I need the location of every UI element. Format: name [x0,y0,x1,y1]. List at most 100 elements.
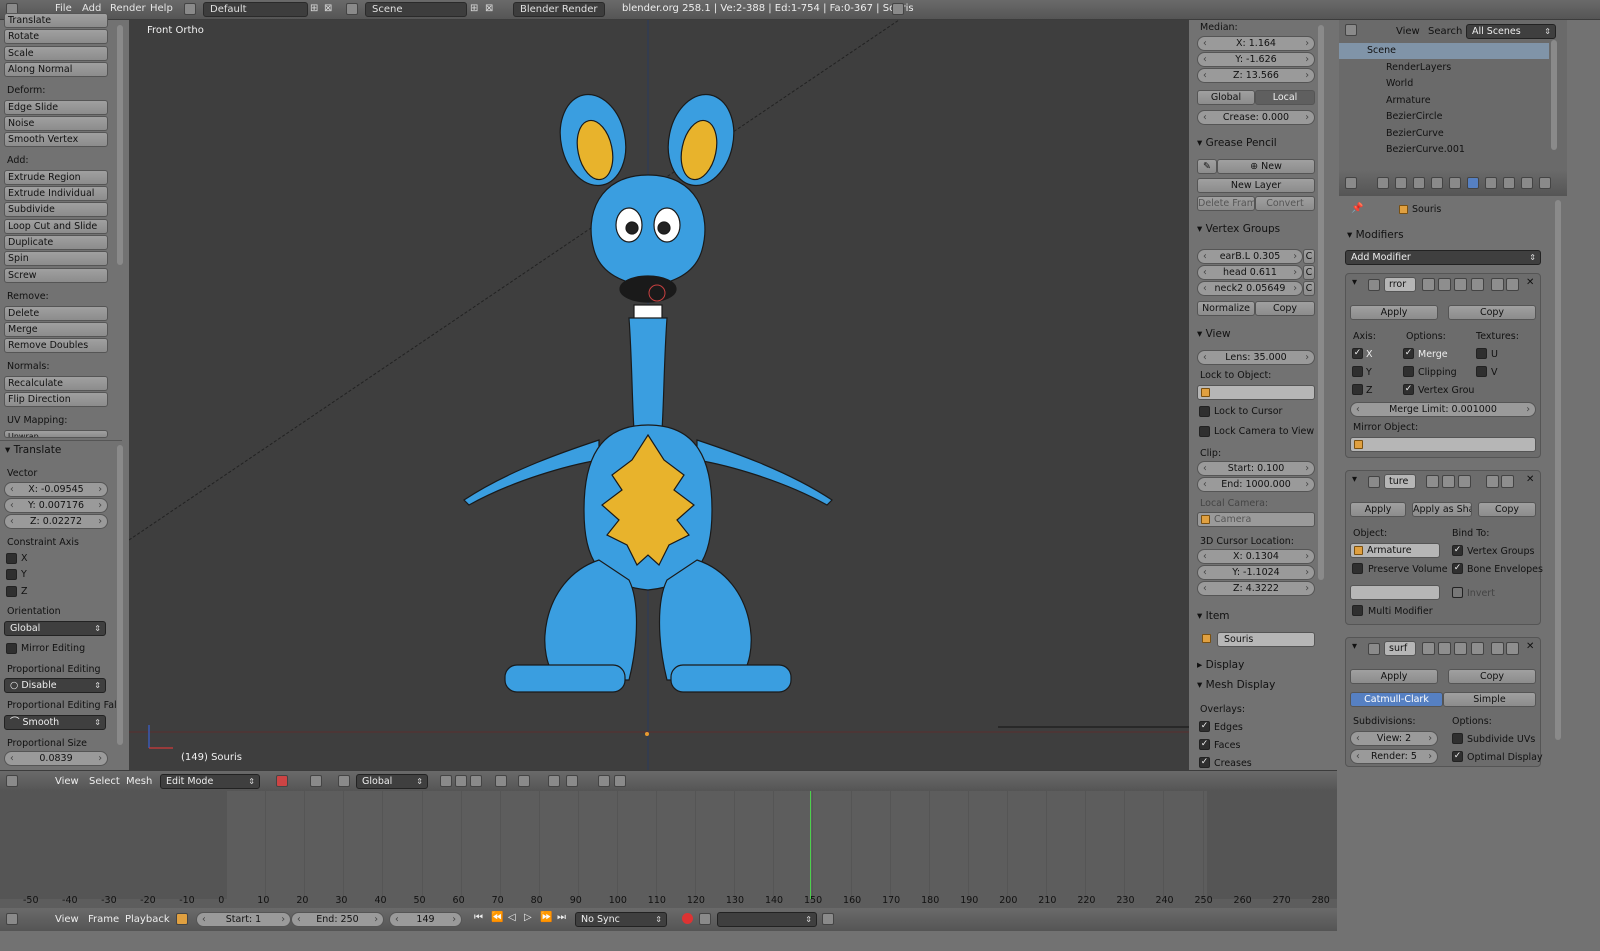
outliner-scrollbar[interactable] [1551,40,1557,150]
play-reverse-icon[interactable]: ◁ [508,912,516,923]
vgroup-neck2-field[interactable]: neck2 0.05649 [1197,281,1303,296]
snap-target-icon[interactable] [566,775,578,787]
falloff-dropdown[interactable]: ⌒ Smooth [4,715,106,730]
layout-close-icon[interactable]: ⊠ [324,3,332,14]
play-icon[interactable]: ▷ [524,912,532,923]
multi-modifier-checkbox[interactable] [1352,605,1363,616]
apply-button[interactable]: Apply [1350,305,1438,320]
item-name-field[interactable]: Souris [1217,632,1315,647]
face-select-icon[interactable] [470,775,482,787]
lock-camera-checkbox[interactable] [1199,426,1210,437]
3d-viewport[interactable]: Front Ortho (149) Souris [129,20,1189,770]
cursor-y-field[interactable]: Y: -1.1024 [1197,565,1315,580]
constraint-x-checkbox[interactable] [6,553,17,564]
properties-scrollbar[interactable] [1555,200,1561,740]
jump-keyframe-forward-icon[interactable]: ⏩ [540,912,552,923]
viewport-shading-icon[interactable] [276,775,288,787]
outliner-row-beziercurve001[interactable]: BezierCurve.001 [1339,142,1549,158]
armature-name-field[interactable]: ture [1384,474,1416,489]
subdivide-button[interactable]: Subdivide [4,202,108,217]
gp-new-button[interactable]: ⊕ New [1217,159,1315,174]
layout-selector[interactable]: Default [203,2,308,17]
vertex-groups-header[interactable]: ▾ Vertex Groups [1197,223,1280,235]
item-header[interactable]: ▾ Item [1197,610,1230,622]
scene-add-icon[interactable]: ⊞ [470,3,478,14]
catmull-clark-toggle[interactable]: Catmull-Clark [1350,692,1443,707]
render-tab-icon[interactable] [1377,177,1389,189]
along-normal-button[interactable]: Along Normal [4,62,108,77]
menu-search[interactable]: Search [1428,26,1462,37]
keying-set-dropdown[interactable] [717,912,817,927]
scene-close-icon[interactable]: ⊠ [485,3,493,14]
local-toggle[interactable]: Local [1255,90,1315,105]
move-up-icon[interactable] [1486,475,1499,488]
mode-dropdown[interactable]: Edit Mode [160,774,260,789]
preserve-volume-checkbox[interactable] [1352,563,1363,574]
cursor-z-field[interactable]: Z: 4.3222 [1197,581,1315,596]
toolshelf-scrollbar[interactable] [117,25,123,265]
manipulator-icon[interactable] [338,775,350,787]
editor-type-icon[interactable] [6,775,18,787]
crease-field[interactable]: Crease: 0.000 [1197,110,1315,125]
collapse-icon[interactable]: ▾ [1352,641,1357,652]
collapse-icon[interactable]: ▾ [1352,277,1357,288]
lock-object-field[interactable] [1197,385,1315,400]
move-down-icon[interactable] [1506,642,1519,655]
median-y-field[interactable]: Y: -1.626 [1197,52,1315,67]
apply-button[interactable]: Apply [1350,502,1406,517]
clip-end-field[interactable]: End: 1000.000 [1197,477,1315,492]
vector-z-field[interactable]: Z: 0.02272 [4,514,108,529]
unwrap-button[interactable]: Unwrap [4,430,108,438]
extrude-region-button[interactable]: Extrude Region [4,170,108,185]
copy-button[interactable]: Copy [1255,301,1315,316]
vgroup-copy-button[interactable]: C [1303,281,1315,296]
cage-toggle-icon[interactable] [1471,278,1484,291]
lens-field[interactable]: Lens: 35.000 [1197,350,1315,365]
axis-z-checkbox[interactable] [1352,384,1363,395]
copy-button[interactable]: Copy [1448,669,1536,684]
creases-checkbox[interactable]: ✓ [1199,757,1210,768]
collapse-icon[interactable]: ▾ [1352,474,1357,485]
pin-icon[interactable]: 📌 [1351,203,1363,214]
optimal-display-checkbox[interactable]: ✓ [1452,751,1463,762]
proportional-editing-dropdown[interactable]: ○ Disable [4,678,106,693]
local-camera-field[interactable]: Camera [1197,512,1315,527]
world-tab-icon[interactable] [1413,177,1425,189]
merge-limit-field[interactable]: Merge Limit: 0.001000 [1350,402,1536,417]
view-toggle-icon[interactable] [1442,475,1455,488]
clip-start-field[interactable]: Start: 0.100 [1197,461,1315,476]
duplicate-button[interactable]: Duplicate [4,235,108,250]
scale-button[interactable]: Scale [4,46,108,61]
invert-checkbox[interactable] [1452,587,1463,598]
bone-envelopes-checkbox[interactable]: ✓ [1452,563,1463,574]
normalize-button[interactable]: Normalize [1197,301,1255,316]
move-down-icon[interactable] [1501,475,1514,488]
rotate-button[interactable]: Rotate [4,29,108,44]
edge-slide-button[interactable]: Edge Slide [4,100,108,115]
modifiers-header[interactable]: ▾ Modifiers [1347,229,1404,241]
extrude-individual-button[interactable]: Extrude Individual [4,186,108,201]
remove-modifier-icon[interactable]: ✕ [1526,277,1534,288]
jump-keyframe-back-icon[interactable]: ⏪ [491,912,503,923]
timeline-editor[interactable]: -50 -40 -30 -20 -10 0 10 20 30 40 50 60 70 80 90 100 110… [0,791,1337,908]
view-toggle-icon[interactable] [1438,642,1451,655]
layout-add-icon[interactable]: ⊞ [310,3,318,14]
noise-button[interactable]: Noise [4,116,108,131]
subsurf-name-field[interactable]: surf [1384,641,1416,656]
menu-mesh[interactable]: Mesh [126,776,152,787]
loop-cut-button[interactable]: Loop Cut and Slide [4,219,108,234]
render-toggle-icon[interactable] [1426,475,1439,488]
merge-button[interactable]: Merge [4,322,108,337]
cursor-x-field[interactable]: X: 0.1304 [1197,549,1315,564]
object-tab-icon[interactable] [1431,177,1443,189]
cage-toggle-icon[interactable] [1471,642,1484,655]
proportional-icon[interactable] [518,775,530,787]
outliner-row-world[interactable]: World [1339,76,1549,92]
vector-x-field[interactable]: X: -0.09545 [4,482,108,497]
flip-direction-button[interactable]: Flip Direction [4,392,108,407]
render-icon[interactable] [598,775,610,787]
pencil-icon[interactable]: ✎ [1197,159,1217,174]
move-down-icon[interactable] [1506,278,1519,291]
view-header[interactable]: ▾ View [1197,328,1231,340]
remove-doubles-button[interactable]: Remove Doubles [4,338,108,353]
